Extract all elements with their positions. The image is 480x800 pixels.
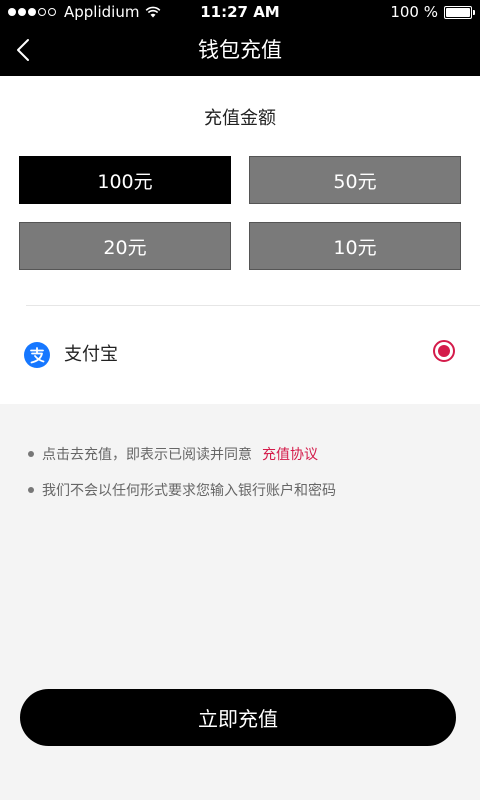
note-agreement: 点击去充值，即表示已阅读并同意 充值协议 <box>28 444 318 464</box>
payment-radio-selected[interactable] <box>433 340 455 362</box>
divider <box>26 305 480 306</box>
screen: Applidium 11:27 AM 100 % 钱包充值 充值金额 100元 … <box>0 0 480 800</box>
alipay-icon <box>24 342 50 368</box>
note-security: 我们不会以任何形式要求您输入银行账户和密码 <box>28 480 336 500</box>
bullet-icon <box>28 487 34 493</box>
payment-method-alipay[interactable]: 支付宝 <box>0 330 480 378</box>
status-right: 100 % <box>390 3 475 21</box>
amount-option-20[interactable]: 20元 <box>19 222 231 270</box>
page-title: 钱包充值 <box>198 38 282 62</box>
nav-bar: 钱包充值 <box>0 24 480 76</box>
bullet-icon <box>28 451 34 457</box>
status-bar: Applidium 11:27 AM 100 % <box>0 0 480 24</box>
amount-option-10[interactable]: 10元 <box>249 222 461 270</box>
recharge-now-button[interactable]: 立即充值 <box>20 689 456 746</box>
recharge-panel: 充值金额 100元 50元 20元 10元 支付宝 <box>0 76 480 404</box>
battery-percent: 100 % <box>390 3 438 21</box>
amount-option-50[interactable]: 50元 <box>249 156 461 204</box>
battery-icon <box>444 5 475 19</box>
payment-method-label: 支付宝 <box>64 344 118 365</box>
amount-section-title: 充值金额 <box>204 108 276 129</box>
note-security-text: 我们不会以任何形式要求您输入银行账户和密码 <box>42 483 336 499</box>
note-agreement-text: 点击去充值，即表示已阅读并同意 <box>42 447 252 463</box>
amount-option-100[interactable]: 100元 <box>19 156 231 204</box>
agreement-link[interactable]: 充值协议 <box>262 444 318 464</box>
